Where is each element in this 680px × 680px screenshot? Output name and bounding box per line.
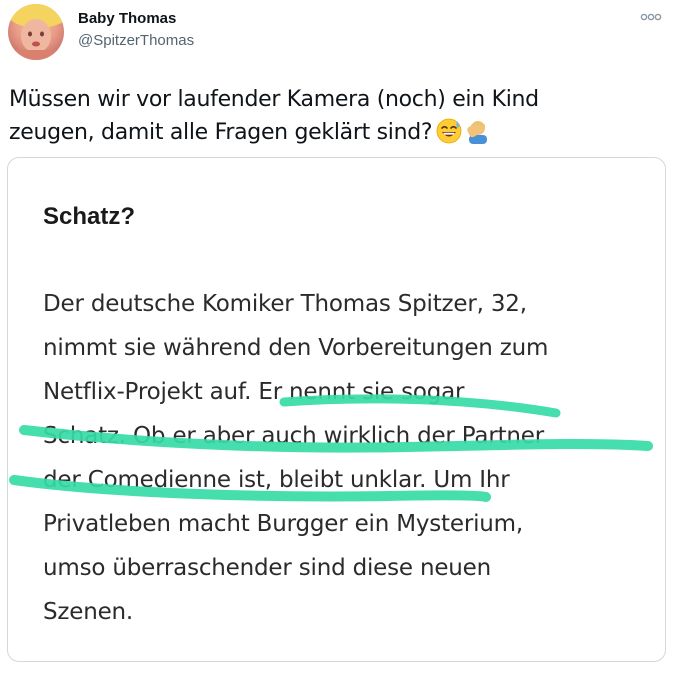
card-body-line: nimmt sie während den Vorbereitungen zum xyxy=(43,335,549,361)
card-body-line: der Comedienne ist, bleibt unklar. Um Ih… xyxy=(43,467,510,493)
article-card[interactable]: Schatz? Der deutsche Komiker Thomas Spit… xyxy=(7,157,666,662)
card-body-line: Szenen. xyxy=(43,599,134,625)
tweet-text-line: zeugen, damit alle Fragen geklärt sind? xyxy=(9,116,669,154)
tweet-text: Müssen wir vor laufender Kamera (noch) e… xyxy=(9,83,669,154)
tweet-text-line-content: zeugen, damit alle Fragen geklärt sind? xyxy=(9,120,433,145)
author-info: Baby Thomas @SpitzerThomas xyxy=(78,9,194,51)
display-name[interactable]: Baby Thomas xyxy=(78,9,194,29)
user-handle[interactable]: @SpitzerThomas xyxy=(78,31,194,51)
card-body-line: Privatleben macht Burgger ein Mysterium, xyxy=(43,511,523,537)
card-body-line: Netflix-Projekt auf. Er nennt sie sogar xyxy=(43,379,465,405)
card-title: Schatz? xyxy=(43,203,136,230)
profile-photo xyxy=(8,4,64,60)
ellipsis-icon xyxy=(640,13,662,21)
tweet-text-line: Müssen wir vor laufender Kamera (noch) e… xyxy=(9,87,539,112)
card-body-line: Der deutsche Komiker Thomas Spitzer, 32, xyxy=(43,291,527,317)
more-options-button[interactable] xyxy=(638,8,664,26)
avatar[interactable] xyxy=(8,4,64,60)
card-body-line: Schatz. Ob er aber auch wirklich der Par… xyxy=(43,423,544,449)
card-body-line: umso überraschender sind diese neuen xyxy=(43,555,492,581)
card-body: Der deutsche Komiker Thomas Spitzer, 32,… xyxy=(43,282,643,634)
person-facepalming-icon xyxy=(466,118,490,154)
grinning-face-with-sweat-icon xyxy=(436,118,462,154)
tweet: Baby Thomas @SpitzerThomas Müssen wir vo… xyxy=(0,0,680,680)
